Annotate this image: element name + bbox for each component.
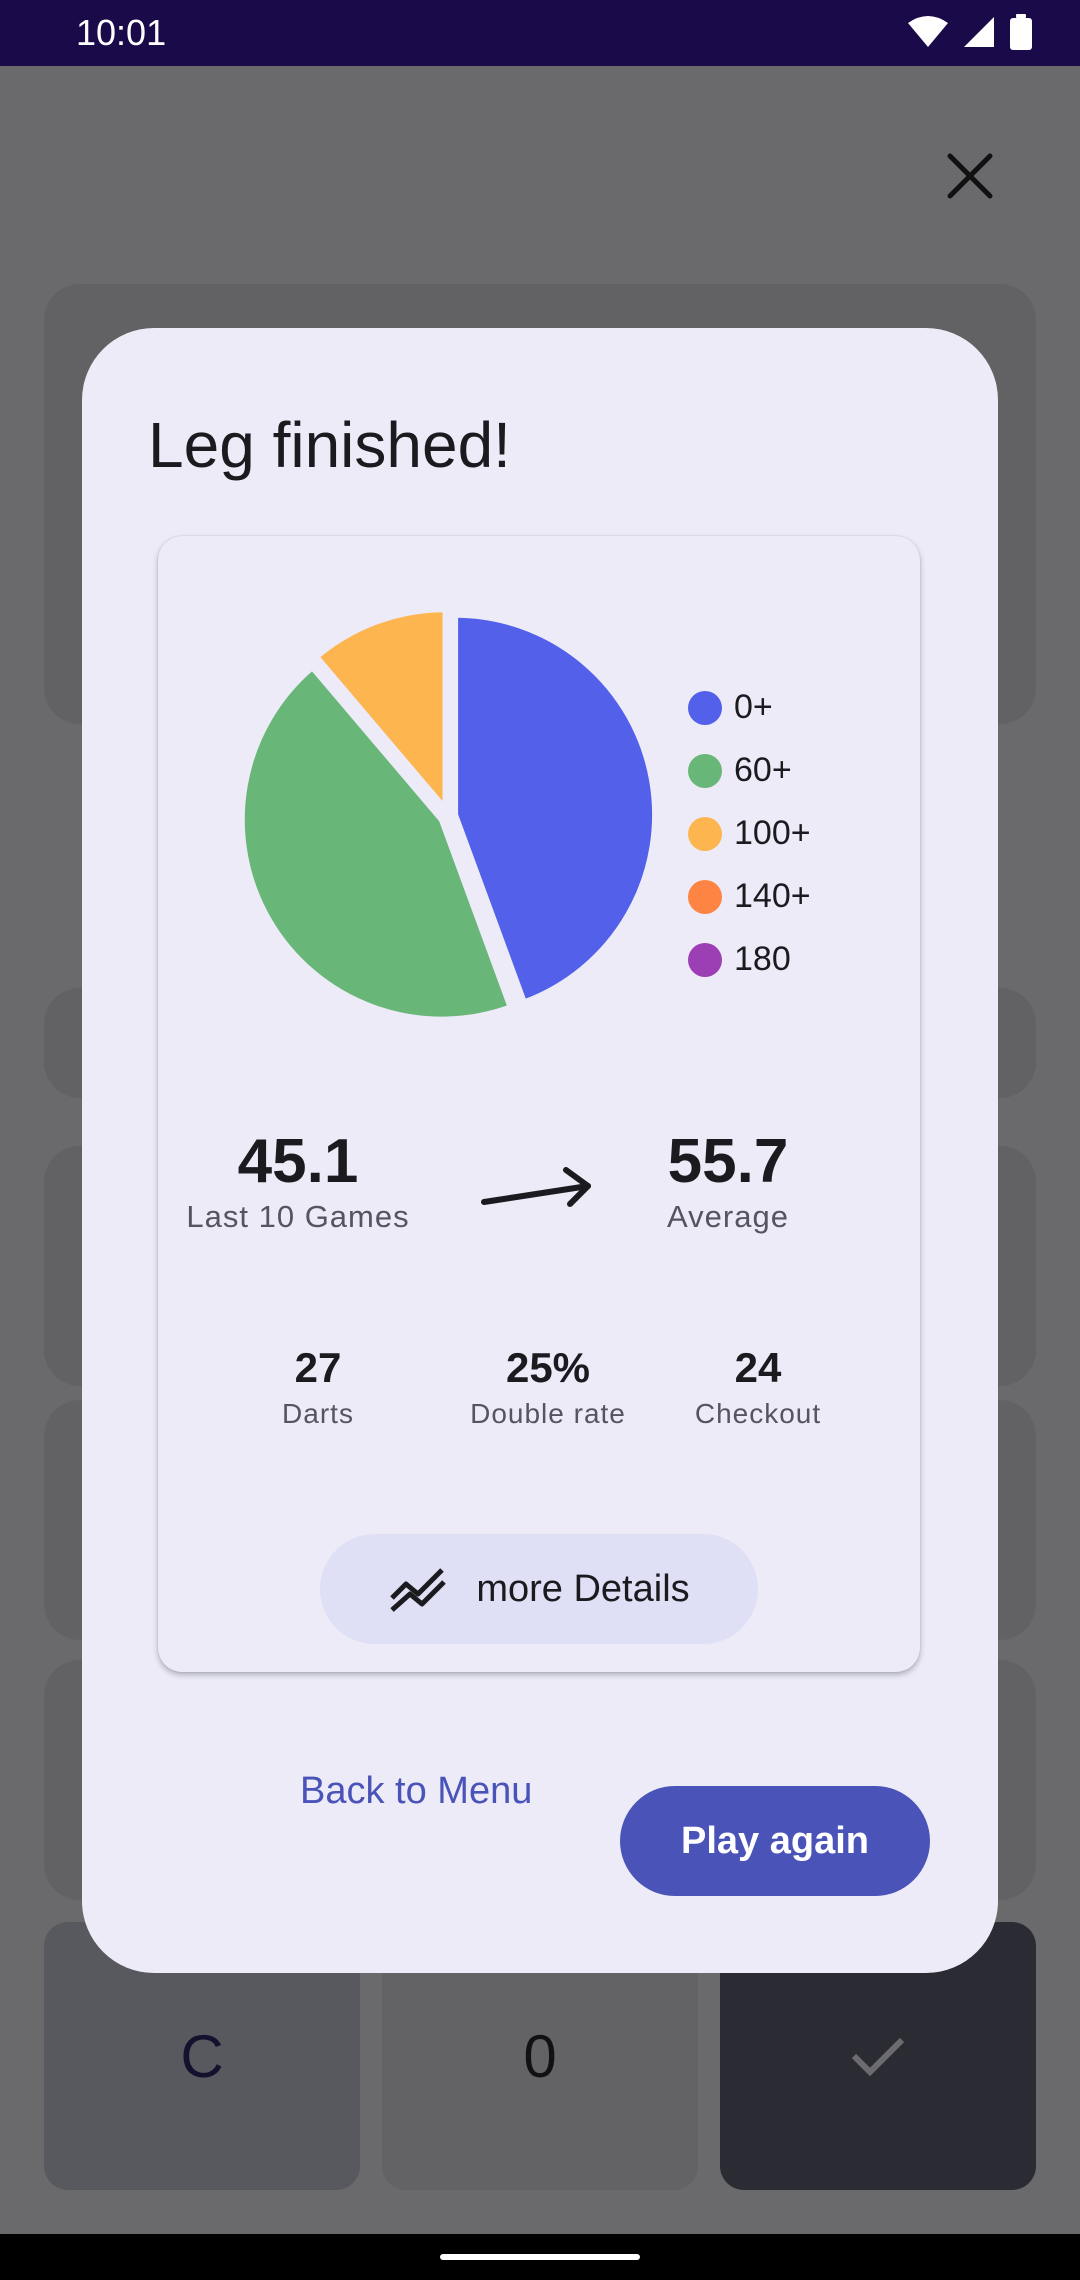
legend-item: 0+ [688,676,811,739]
wifi-icon [908,16,948,47]
double-rate-value: 25% [505,1344,591,1391]
legend-swatch [688,753,722,788]
darts-stat: 27 Darts [248,1344,388,1430]
navigation-bar [0,2234,1080,2280]
legend-swatch [688,942,722,977]
status-bar: 10:01 [0,0,1080,66]
key-zero-label: 0 [523,2022,557,2090]
more-details-label: more Details [476,1567,690,1610]
back-to-menu-button[interactable]: Back to Menu [300,1770,532,1813]
legend-label: 140+ [734,877,811,915]
play-again-label: Play again [681,1819,869,1862]
stats-card: 0+ 60+ 100+ 140+ 180 45.1 Last 10 Games 55.7… [158,536,920,1672]
pie-chart [238,606,658,1023]
trending-chart-icon [390,1568,447,1612]
close-icon[interactable] [940,146,1000,206]
legend-item: 100+ [688,802,811,865]
legend-swatch [688,816,722,851]
status-icons [908,14,1032,50]
average-label: Average [667,1199,789,1234]
battery-icon [1010,14,1032,50]
legend-label: 100+ [734,814,811,852]
last-10-games-stat: 45.1 Last 10 Games [178,1126,418,1235]
dialog-title: Leg finished! [148,409,511,481]
trend-arrow-icon [481,1167,591,1207]
average-stat: 55.7 Average [628,1126,828,1235]
average-value: 55.7 [667,1127,789,1196]
checkout-value: 24 [734,1344,782,1391]
legend-swatch [688,690,722,725]
play-again-button[interactable]: Play again [620,1786,930,1896]
darts-label: Darts [282,1398,354,1429]
more-details-button[interactable]: more Details [320,1534,758,1644]
legend-label: 60+ [734,751,792,789]
chart-legend: 0+ 60+ 100+ 140+ 180 [688,676,811,991]
key-clear-label: C [180,2022,224,2090]
last-10-games-label: Last 10 Games [186,1199,410,1234]
leg-finished-dialog: Leg finished! 0+ 60+ 100+ 140+ 180 45.1 Last… [82,328,998,1973]
status-time: 10:01 [76,12,167,53]
check-icon [851,2037,905,2077]
last-10-games-value: 45.1 [237,1127,359,1196]
home-handle[interactable] [440,2254,640,2260]
darts-value: 27 [294,1344,342,1391]
legend-label: 180 [734,940,791,978]
legend-item: 60+ [688,739,811,802]
legend-label: 0+ [734,688,773,726]
legend-swatch [688,879,722,914]
double-rate-label: Double rate [470,1398,626,1429]
double-rate-stat: 25% Double rate [438,1344,658,1430]
legend-item: 180 [688,928,811,991]
cellular-signal-icon [964,17,994,47]
checkout-stat: 24 Checkout [678,1344,838,1430]
checkout-label: Checkout [694,1398,822,1429]
legend-item: 140+ [688,865,811,928]
